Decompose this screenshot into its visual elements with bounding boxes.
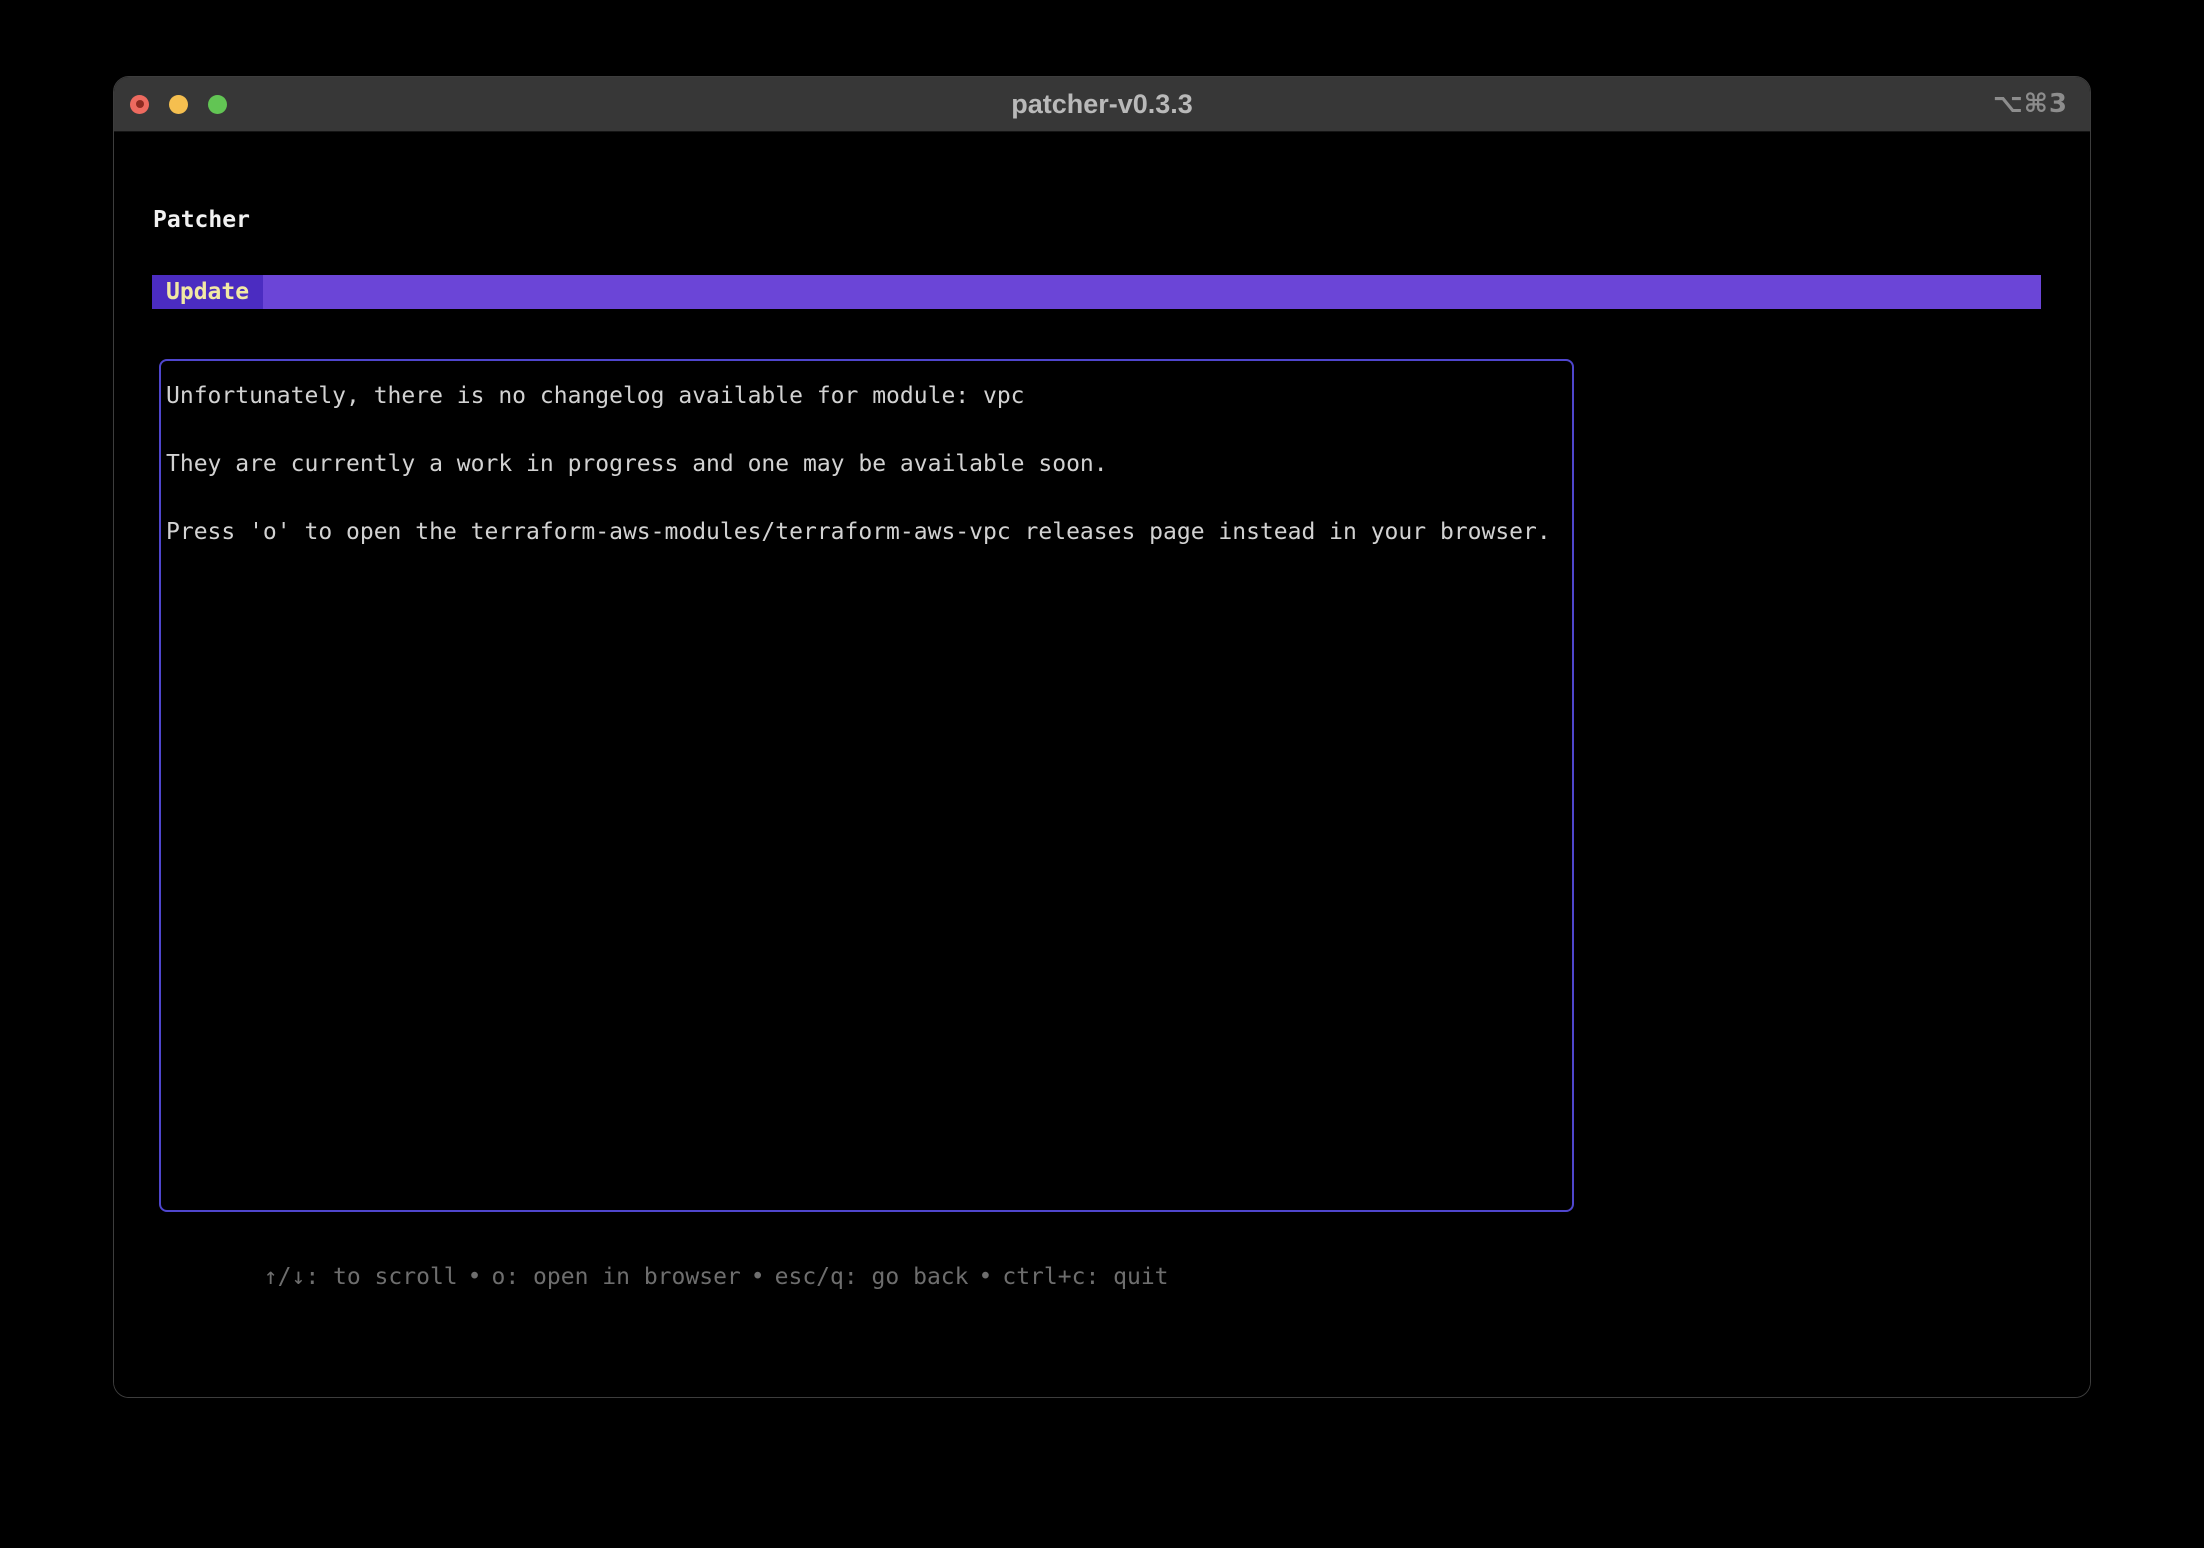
changelog-panel[interactable]: Unfortunately, there is no changelog ava…	[159, 359, 1574, 1212]
help-item-scroll: ↑/↓: to scroll	[263, 1264, 458, 1290]
changelog-line	[166, 481, 1564, 515]
terminal-content: Patcher Update Unfortunately, there is n…	[114, 133, 2090, 1397]
tab-update[interactable]: Update	[152, 275, 263, 309]
app-title: Patcher	[153, 207, 250, 233]
window-shortcut-hint: ⌥⌘3	[1992, 89, 2068, 119]
help-item-back: esc/q: go back	[774, 1264, 969, 1290]
window-titlebar[interactable]: patcher-v0.3.3 ⌥⌘3	[114, 77, 2090, 132]
help-item-open: o: open in browser	[491, 1264, 741, 1290]
help-bar: ↑/↓: to scroll • o: open in browser • esc/q:…	[153, 1226, 1169, 1290]
help-item-quit: ctrl+c: quit	[1002, 1264, 1169, 1290]
changelog-line: Press 'o' to open the terraform-aws-modu…	[166, 519, 1551, 545]
help-separator: •	[467, 1264, 482, 1290]
changelog-line: They are currently a work in progress an…	[166, 451, 1108, 477]
help-separator: •	[978, 1264, 993, 1290]
desktop-background: patcher-v0.3.3 ⌥⌘3 Patcher Update Unfort…	[0, 0, 2204, 1548]
tab-bar: Update	[152, 275, 2041, 309]
help-separator: •	[750, 1264, 765, 1290]
changelog-line: Unfortunately, there is no changelog ava…	[166, 383, 1025, 409]
window-title: patcher-v0.3.3	[1011, 89, 1193, 119]
terminal-window: patcher-v0.3.3 ⌥⌘3 Patcher Update Unfort…	[113, 76, 2091, 1398]
changelog-line	[166, 413, 1564, 447]
